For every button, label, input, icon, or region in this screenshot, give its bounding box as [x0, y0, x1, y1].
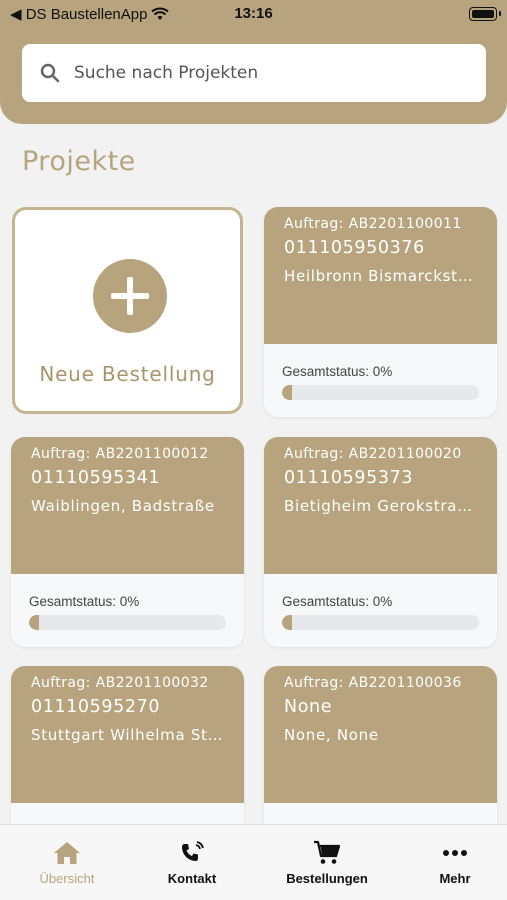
tab-label: Übersicht	[39, 871, 95, 886]
tab-label: Kontakt	[167, 871, 217, 886]
project-number: 01110595341	[31, 468, 161, 488]
order-id: Auftrag: AB2201100011	[284, 216, 462, 232]
tab-contact[interactable]: Kontakt	[137, 825, 247, 900]
project-location: None, None	[284, 726, 379, 744]
progress-bar	[282, 615, 479, 630]
order-id: Auftrag: AB2201100036	[284, 675, 462, 691]
progress-fill	[282, 615, 292, 630]
progress-bar	[29, 615, 226, 630]
status-label: Gesamtstatus: 0%	[282, 594, 393, 609]
project-card[interactable]: Auftrag: AB2201100020 01110595373 Bietig…	[264, 437, 497, 647]
search-icon	[40, 63, 60, 83]
project-number: 01110595373	[284, 468, 414, 488]
project-card[interactable]: Auftrag: AB2201100012 01110595341 Waibli…	[11, 437, 244, 647]
project-card-header: Auftrag: AB2201100011 011105950376 Heilb…	[264, 207, 497, 344]
plus-icon	[93, 259, 167, 333]
project-number: None	[284, 697, 333, 717]
project-location: Bietigheim Gerokstraße	[284, 497, 477, 515]
tab-label: Bestellungen	[286, 871, 368, 886]
tab-orders[interactable]: Bestellungen	[272, 825, 382, 900]
progress-fill	[282, 385, 292, 400]
tab-overview[interactable]: Übersicht	[12, 825, 122, 900]
progress-bar	[282, 385, 479, 400]
project-card-status: Gesamtstatus: 0%	[264, 344, 497, 417]
status-label: Gesamtstatus: 0%	[29, 594, 140, 609]
project-card-status: Gesamtstatus: 0%	[264, 574, 497, 647]
tab-bar: Übersicht Kontakt Bestellungen Mehr	[0, 824, 507, 900]
order-id: Auftrag: AB2201100020	[284, 446, 462, 462]
search-input[interactable]	[74, 63, 454, 83]
project-card-header: Auftrag: AB2201100020 01110595373 Bietig…	[264, 437, 497, 574]
project-card-header: Auftrag: AB2201100036 None None, None	[264, 666, 497, 803]
project-location: Stuttgart Wilhelma Straße	[31, 726, 224, 744]
search-bar[interactable]	[22, 44, 486, 102]
project-location: Waiblingen, Badstraße	[31, 497, 215, 515]
project-card-header: Auftrag: AB2201100032 01110595270 Stuttg…	[11, 666, 244, 803]
new-order-label: Neue Bestellung	[39, 362, 216, 386]
cart-icon	[314, 840, 341, 864]
project-location: Heilbronn Bismarckstraße	[284, 267, 477, 285]
project-number: 01110595270	[31, 697, 161, 717]
order-id: Auftrag: AB2201100032	[31, 675, 209, 691]
header: ◀ DS BaustellenApp 13:16	[0, 0, 507, 124]
project-card-status: Gesamtstatus: 0%	[11, 574, 244, 647]
tab-label: Mehr	[439, 871, 471, 886]
section-title: Projekte	[22, 146, 136, 177]
order-id: Auftrag: AB2201100012	[31, 446, 209, 462]
home-icon	[54, 842, 80, 864]
tab-more[interactable]: Mehr	[400, 825, 507, 900]
battery-icon	[469, 7, 501, 21]
status-label: Gesamtstatus: 0%	[282, 364, 393, 379]
project-card[interactable]: Auftrag: AB2201100011 011105950376 Heilb…	[264, 207, 497, 417]
clock: 13:16	[234, 5, 273, 22]
project-card-header: Auftrag: AB2201100012 01110595341 Waibli…	[11, 437, 244, 574]
project-number: 011105950376	[284, 238, 425, 258]
progress-fill	[29, 615, 39, 630]
more-icon	[443, 850, 467, 856]
new-order-card[interactable]: Neue Bestellung	[12, 207, 243, 414]
phone-icon	[182, 841, 204, 861]
status-bar: ◀ DS BaustellenApp 13:16	[0, 0, 507, 30]
